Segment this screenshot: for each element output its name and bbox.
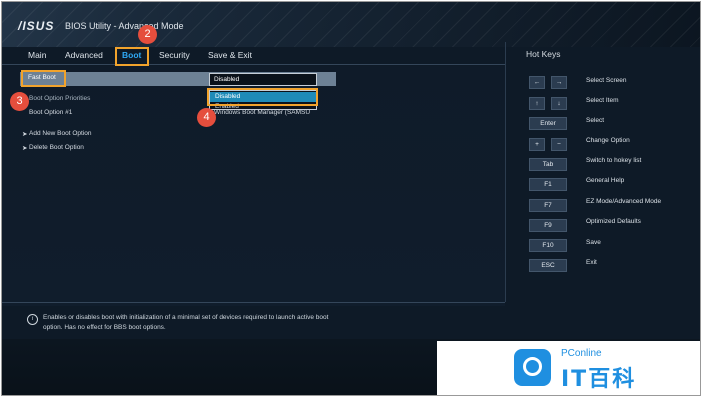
hotkey-desc-exit: Exit [586, 259, 597, 266]
tab-security[interactable]: Security [159, 50, 190, 60]
f10-key[interactable]: F10 [529, 239, 567, 252]
hotkey-desc-select: Select [586, 117, 605, 124]
hotkey-desc-select-screen: Select Screen [586, 77, 627, 84]
watermark-title: IT百科 [561, 367, 637, 392]
help-bar: i Enables or disables boot with initiali… [2, 302, 505, 340]
add-boot-option-arrow-icon: ➤ [22, 131, 28, 138]
fast-boot-select-value: Disabled [214, 76, 240, 83]
top-bar: /ISUS BIOS Utility - Advanced Mode [2, 2, 700, 47]
boot-option-1-label[interactable]: Boot Option #1 [29, 109, 72, 120]
hotkey-desc-ez-mode: EZ Mode/Advanced Mode [586, 198, 662, 205]
left-arrow-key[interactable]: ← [529, 76, 545, 89]
up-arrow-key[interactable]: ↑ [529, 97, 545, 110]
step-2-badge: 2 [138, 25, 157, 44]
highlight-boot-tab [115, 47, 149, 66]
delete-boot-option-arrow-icon: ➤ [22, 145, 28, 152]
panel-divider [505, 42, 506, 302]
info-icon: i [27, 314, 38, 325]
tab-underline [2, 64, 505, 65]
step-3-badge: 3 [10, 92, 29, 111]
esc-key[interactable]: ESC [529, 259, 567, 272]
tab-key[interactable]: Tab [529, 158, 567, 171]
tab-save-exit[interactable]: Save & Exit [208, 50, 252, 60]
highlight-fast-boot [21, 70, 66, 87]
window-title: BIOS Utility - Advanced Mode [65, 21, 184, 31]
delete-boot-option[interactable]: Delete Boot Option [29, 144, 84, 155]
hotkey-desc-optimized-defaults: Optimized Defaults [586, 218, 641, 225]
f9-key[interactable]: F9 [529, 219, 567, 232]
pconline-logo-icon [514, 349, 551, 386]
help-text: Enables or disables boot with initializa… [43, 314, 329, 331]
enter-key[interactable]: Enter [529, 117, 567, 130]
f7-key[interactable]: F7 [529, 199, 567, 212]
hot-keys-title: Hot Keys [526, 49, 561, 59]
watermark-brand: PConline [561, 348, 602, 359]
step-4-badge: 4 [197, 108, 216, 127]
right-arrow-key[interactable]: → [551, 76, 567, 89]
add-new-boot-option[interactable]: Add New Boot Option [29, 130, 92, 141]
highlight-disabled-option [207, 88, 318, 106]
hotkey-desc-save: Save [586, 239, 601, 246]
asus-logo: /ISUS [18, 19, 55, 33]
hotkey-desc-general-help: General Help [586, 177, 625, 184]
plus-key[interactable]: + [529, 138, 545, 151]
boot-option-1-value[interactable]: Windows Boot Manager (SAMSU [214, 109, 310, 120]
minus-key[interactable]: − [551, 138, 567, 151]
tab-advanced[interactable]: Advanced [65, 50, 103, 60]
down-arrow-key[interactable]: ↓ [551, 97, 567, 110]
boot-priorities-label: Boot Option Priorities [29, 95, 91, 102]
hotkey-desc-select-item: Select Item [586, 97, 619, 104]
f1-key[interactable]: F1 [529, 178, 567, 191]
hotkey-desc-change-option: Change Option [586, 137, 630, 144]
fast-boot-select[interactable]: Disabled [209, 73, 317, 86]
hotkey-desc-switch-hotkey: Switch to hokey list [586, 157, 642, 164]
bios-screen: /ISUS BIOS Utility - Advanced Mode Main … [1, 1, 701, 396]
pconline-watermark: PConline IT百科 [437, 341, 700, 395]
tab-main[interactable]: Main [28, 50, 46, 60]
